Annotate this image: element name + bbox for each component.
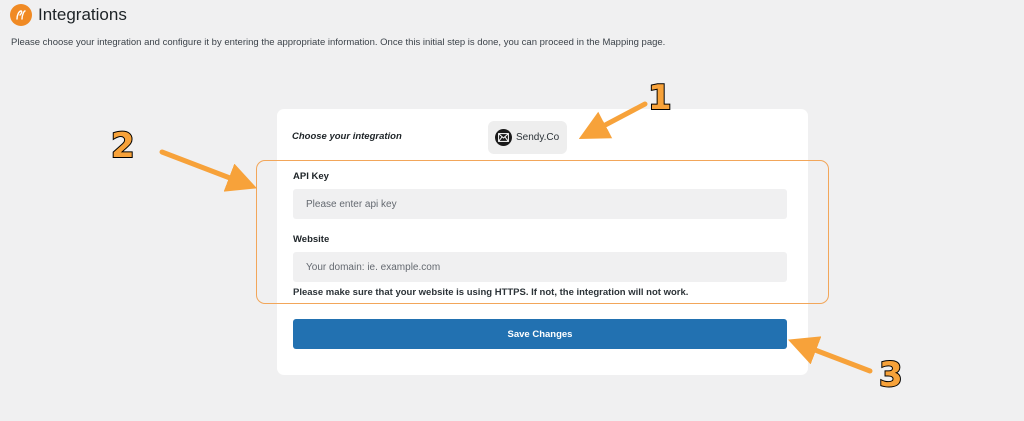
annotation-arrows: [159, 101, 873, 374]
annotation-number-3: 3: [878, 354, 904, 396]
arrow-3: [787, 336, 873, 374]
arrow-2: [159, 149, 258, 192]
annotation-number-1: 1: [647, 77, 673, 119]
annotation-number-2: 2: [110, 125, 136, 167]
arrow-1: [578, 101, 648, 140]
